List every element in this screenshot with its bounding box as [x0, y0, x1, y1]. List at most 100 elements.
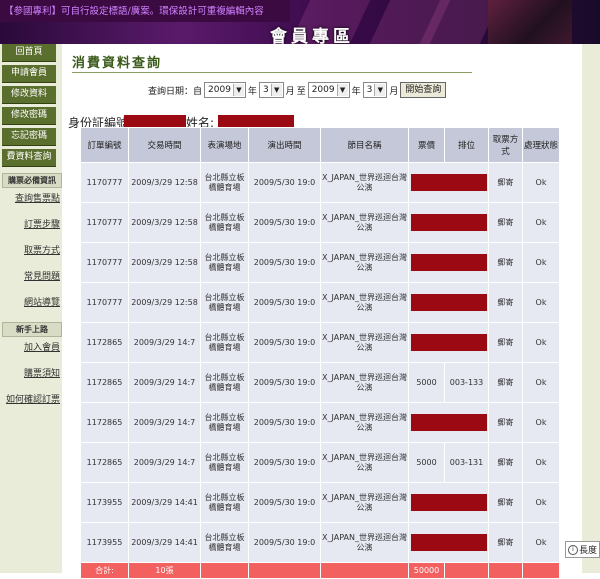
cell-show: 2009/5/30 19:0: [248, 282, 321, 323]
end-month-select[interactable]: 3 ▼: [362, 82, 388, 98]
start-month-select[interactable]: 3 ▼: [258, 82, 284, 98]
cell-time: 2009/3/29 14:41: [128, 482, 201, 523]
cell-time: 2009/3/29 12:58: [128, 282, 201, 323]
cell-order: 1172865: [80, 442, 129, 483]
sidebar-link[interactable]: 網站導覽: [0, 296, 62, 310]
month-unit-label: 月: [285, 86, 295, 97]
column-header: 演出時間: [248, 127, 321, 163]
cell-redacted: [408, 322, 489, 363]
sidebar-nav: 回首頁申請會員修改資料修改密碼忘記密碼費資料查詢: [0, 44, 62, 167]
cell-status: Ok: [522, 162, 560, 203]
table-row: 1170777 2009/3/29 12:58 台北縣立板橋體育場 2009/5/30…: [80, 282, 560, 323]
sidebar-link[interactable]: 常見問題: [0, 270, 62, 284]
year-unit-label: 年: [351, 86, 361, 97]
total-count: 10張: [128, 562, 201, 579]
column-header: 訂單編號: [80, 127, 129, 163]
cell-show: 2009/5/30 19:0: [248, 162, 321, 203]
sidebar-nav-item[interactable]: 申請會員: [2, 65, 56, 83]
table-row: 1172865 2009/3/29 14:7 台北縣立板橋體育場 2009/5/30 …: [80, 442, 560, 483]
sidebar-nav-item[interactable]: 費資料查詢: [2, 149, 56, 167]
cell-program: X_JAPAN_世界巡迴台灣公演: [320, 482, 409, 523]
cell-redacted: [408, 242, 489, 283]
cell-show: 2009/5/30 19:0: [248, 442, 321, 483]
banner-note: 【参國專利】可自行設定標語/廣案。環保設計可重複編輯內容: [4, 6, 264, 17]
start-year-select[interactable]: 2009 ▼: [204, 82, 246, 98]
cell-time: 2009/3/29 14:7: [128, 322, 201, 363]
sidebar-nav-item[interactable]: 忘記密碼: [2, 128, 56, 146]
cell-order: 1170777: [80, 282, 129, 323]
search-button[interactable]: 開始查詢: [400, 82, 447, 98]
cell-program: X_JAPAN_世界巡迴台灣公演: [320, 402, 409, 443]
sidebar-link[interactable]: 取票方式: [0, 244, 62, 258]
cell-program: X_JAPAN_世界巡迴台灣公演: [320, 442, 409, 483]
sidebar-links: 加入會員購票須知如何確認訂票: [0, 341, 62, 407]
end-month-value: 3: [366, 85, 373, 95]
cell-status: Ok: [522, 522, 560, 563]
right-panel: [582, 44, 600, 573]
sidebar-nav-item[interactable]: 修改密碼: [2, 107, 56, 125]
table-row: 1173955 2009/3/29 14:41 台北縣立板橋體育場 2009/5/30…: [80, 482, 560, 523]
sidebar-section-title: 購票必備資訊: [2, 173, 62, 188]
month-unit-label: 月: [389, 86, 399, 97]
cell-redacted: [408, 522, 489, 563]
cell-pickup: 郵寄: [488, 282, 523, 323]
cell-seat: 003-133: [444, 362, 489, 403]
sidebar-nav-item[interactable]: 修改資料: [2, 86, 56, 104]
title-divider: [72, 72, 472, 73]
redaction-block: [410, 254, 487, 271]
to-label: 至: [296, 86, 306, 97]
total-price: 50000: [408, 562, 445, 579]
banner-photo: [488, 0, 572, 44]
column-header: 取票方式: [488, 127, 523, 163]
sidebar-link[interactable]: 加入會員: [0, 341, 62, 355]
main-content: 消費資料查詢 查詢日期：自 2009 ▼ 年 3 ▼ 月 至 2009 ▼ 年 3 ▼ …: [62, 44, 582, 579]
cell-redacted: [408, 402, 489, 443]
page-title: 消費資料查詢: [72, 56, 163, 71]
total-empty: [488, 562, 523, 579]
sidebar-link[interactable]: 查詢售票點: [0, 192, 62, 206]
cell-redacted: [408, 482, 489, 523]
redaction-block: [410, 414, 487, 431]
cell-price: 5000: [408, 442, 445, 483]
cell-order: 1173955: [80, 522, 129, 563]
order-table: 訂單編號 交易時間 表演場地 演出時間 節目名稱 票價 排位 取票方式 處理狀態 1170777…: [80, 127, 560, 579]
cell-pickup: 郵寄: [488, 402, 523, 443]
chevron-down-icon: ▼: [336, 84, 348, 96]
cell-time: 2009/3/29 12:58: [128, 202, 201, 243]
table-header-row: 訂單編號 交易時間 表演場地 演出時間 節目名稱 票價 排位 取票方式 處理狀態: [80, 127, 560, 163]
cell-order: 1172865: [80, 322, 129, 363]
total-empty: [200, 562, 249, 579]
cell-show: 2009/5/30 19:0: [248, 482, 321, 523]
cell-status: Ok: [522, 362, 560, 403]
cell-show: 2009/5/30 19:0: [248, 362, 321, 403]
cell-pickup: 郵寄: [488, 362, 523, 403]
sidebar: 回首頁申請會員修改資料修改密碼忘記密碼費資料查詢 購票必備資訊 查詢售票點訂票步…: [0, 44, 62, 573]
year-unit-label: 年: [247, 86, 257, 97]
cell-program: X_JAPAN_世界巡迴台灣公演: [320, 282, 409, 323]
cell-venue: 台北縣立板橋體育場: [200, 482, 249, 523]
chevron-down-icon: ▼: [270, 84, 282, 96]
redaction-block: [410, 494, 487, 511]
table-body: 1170777 2009/3/29 12:58 台北縣立板橋體育場 2009/5/30…: [80, 162, 560, 579]
sidebar-link[interactable]: 訂票步驟: [0, 218, 62, 232]
total-label: 合計:: [80, 562, 129, 579]
sidebar-link[interactable]: 如何確認訂票: [0, 393, 62, 407]
redaction-block: [410, 294, 487, 311]
cell-redacted: [408, 282, 489, 323]
info-icon: i: [568, 544, 578, 555]
sidebar-nav-item[interactable]: 回首頁: [2, 44, 56, 62]
cell-time: 2009/3/29 12:58: [128, 242, 201, 283]
column-header: 交易時間: [128, 127, 201, 163]
cell-pickup: 郵寄: [488, 482, 523, 523]
length-tag[interactable]: i 長度: [565, 541, 600, 558]
cell-venue: 台北縣立板橋體育場: [200, 322, 249, 363]
cell-order: 1172865: [80, 362, 129, 403]
cell-order: 1172865: [80, 402, 129, 443]
end-year-select[interactable]: 2009 ▼: [307, 82, 350, 98]
cell-program: X_JAPAN_世界巡迴台灣公演: [320, 522, 409, 563]
chevron-down-icon: ▼: [232, 84, 244, 96]
table-row: 1172865 2009/3/29 14:7 台北縣立板橋體育場 2009/5/30 …: [80, 402, 560, 443]
sidebar-link[interactable]: 購票須知: [0, 367, 62, 381]
total-empty: [320, 562, 409, 579]
redaction-block: [410, 534, 487, 551]
